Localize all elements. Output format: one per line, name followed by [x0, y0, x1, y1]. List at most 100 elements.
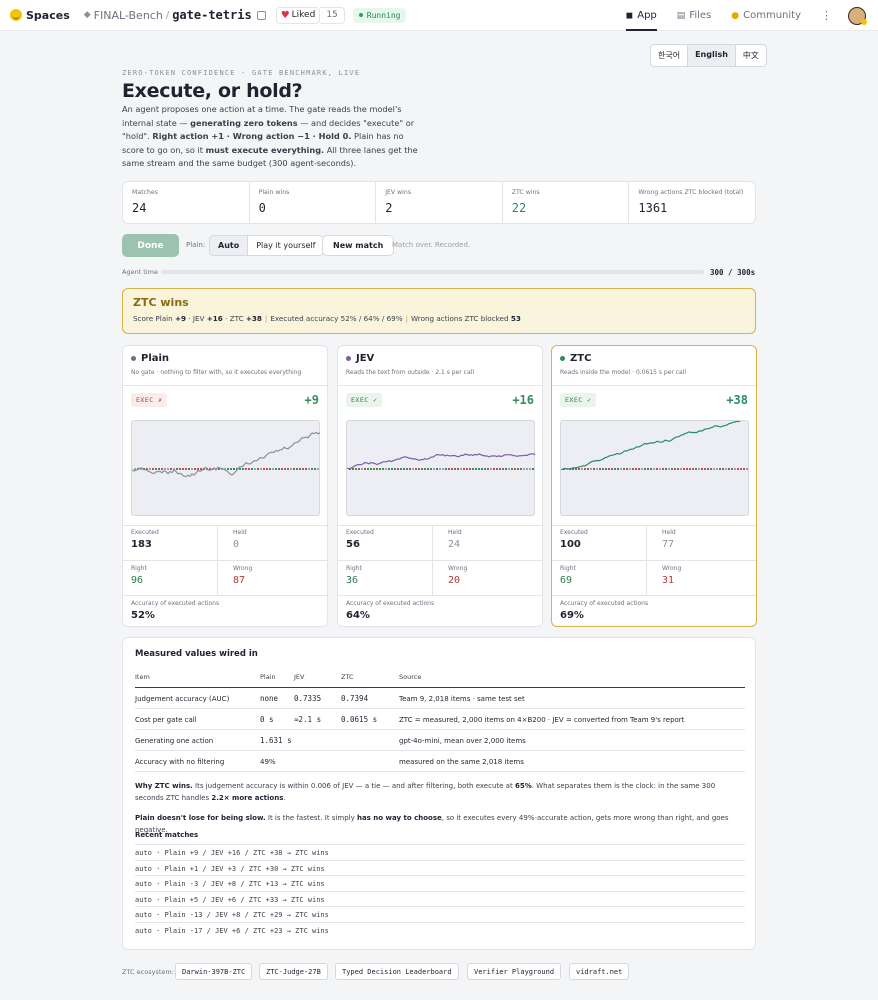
outcome-tick — [728, 468, 730, 470]
outcome-tick — [358, 468, 360, 470]
ecosystem-link[interactable]: ZTC-Judge-27B — [259, 963, 328, 980]
recent-match-row: auto · Plain -13 / JEV +8 / ZTC +29 → ZT… — [135, 906, 745, 922]
cell-value: 87 — [233, 575, 246, 586]
outcome-tick — [355, 468, 357, 470]
lane-dot-icon — [560, 356, 565, 361]
outcome-tick — [194, 468, 196, 470]
like-label: Liked — [291, 10, 316, 20]
outcome-tick — [683, 468, 685, 470]
avatar[interactable] — [848, 6, 867, 25]
tab-files[interactable]: ▤ Files — [677, 0, 711, 31]
like-button[interactable]: ♥ Liked — [275, 6, 321, 24]
lane-score-chart — [560, 417, 750, 516]
ecosystem-link[interactable]: Darwin-397B-ZTC — [175, 963, 253, 980]
cell-label: Right — [346, 565, 362, 572]
outcome-tick — [254, 468, 256, 470]
plain-mode-label: Plain: — [186, 241, 206, 249]
lang-english[interactable]: English — [688, 45, 736, 66]
like-count[interactable]: 15 — [320, 6, 345, 24]
hugging-face-logo-icon[interactable] — [10, 9, 22, 21]
outcome-tick — [284, 468, 286, 470]
outcome-tick — [460, 468, 462, 470]
lane-plain: Plain No gate · nothing to filter with, s… — [122, 345, 328, 627]
lane-jev: JEV Reads the text from outside · 2.1 s p… — [337, 345, 543, 627]
outcome-tick — [677, 468, 679, 470]
recent-match-row: auto · Plain -3 / JEV +8 / ZTC +13 → ZTC… — [135, 875, 745, 891]
cell-label: Executed — [346, 529, 374, 536]
outcome-tick — [409, 468, 411, 470]
lang-korean[interactable]: 한국어 — [651, 45, 689, 66]
outcome-tick — [424, 468, 426, 470]
mode-play-button[interactable]: Play it yourself — [248, 236, 323, 255]
stat-matches: Matches 24 — [123, 182, 250, 223]
ecosystem-link[interactable]: vidraft.net — [569, 963, 630, 980]
outcome-tick — [526, 468, 528, 470]
agent-time-label: Agent time — [122, 268, 158, 276]
outcome-tick — [641, 468, 643, 470]
stat-value: 1361 — [638, 201, 668, 215]
tab-community[interactable]: ● Community — [731, 0, 801, 31]
plain-bold: has no way to choose — [356, 814, 442, 822]
cell-item: Judgement accuracy (AUC) — [135, 695, 230, 703]
cell-plain: 0 s — [260, 715, 274, 724]
score-label: Score Plain — [133, 314, 173, 323]
score-label: · JEV — [188, 314, 205, 323]
lang-chinese[interactable]: 中文 — [736, 45, 766, 66]
outcome-tick — [445, 468, 447, 470]
table-header: Item Plain JEV ZTC Source — [135, 670, 745, 688]
outcome-tick — [296, 468, 298, 470]
outcome-tick — [608, 468, 610, 470]
outcome-tick — [397, 468, 399, 470]
col-source: Source — [399, 673, 422, 681]
cell-held: Held 77 — [654, 525, 684, 554]
outcome-tick — [379, 468, 381, 470]
cell-value: 64% — [346, 610, 370, 621]
spaces-link[interactable]: Spaces — [26, 9, 70, 22]
done-button[interactable]: Done — [122, 234, 179, 257]
org-link[interactable]: FINAL-Bench — [94, 9, 163, 22]
outcome-tick — [448, 468, 450, 470]
repo-name[interactable]: gate-tetris — [172, 8, 251, 22]
cell-value: 183 — [131, 539, 152, 550]
status-dot-icon — [358, 13, 363, 17]
cell-value: 96 — [131, 575, 144, 586]
plain-explanation: Plain doesn't lose for being slow. It is… — [135, 812, 745, 836]
cell-executed: Executed 100 — [552, 525, 647, 560]
lane-score: +9 — [304, 393, 319, 407]
outcome-tick — [361, 468, 363, 470]
outcome-tick — [481, 468, 483, 470]
outcome-tick — [388, 468, 390, 470]
outcome-tick — [581, 468, 583, 470]
cell-label: Accuracy of executed actions — [131, 600, 220, 607]
copy-icon[interactable] — [256, 10, 266, 20]
outcome-tick — [514, 468, 516, 470]
cell-label: Right — [560, 565, 576, 572]
outcome-tick — [161, 468, 163, 470]
lane-description: Reads the text from outside · 2.1 s per … — [346, 369, 474, 376]
outcome-tick — [499, 468, 501, 470]
score-label: · ZTC — [225, 314, 244, 323]
agent-time-value: 300 / 300s — [710, 268, 756, 277]
outcome-tick — [266, 468, 268, 470]
more-options-icon[interactable]: ⋮ — [821, 9, 832, 22]
ecosystem-link[interactable]: Typed Decision Leaderboard — [335, 963, 459, 980]
ecosystem-link[interactable]: Verifier Playground — [467, 963, 562, 980]
outcome-tick — [451, 468, 453, 470]
cell-value: 69 — [560, 575, 573, 586]
stat-ztc-wins: ZTC wins 22 — [503, 182, 630, 223]
cell-value: 52% — [131, 610, 155, 621]
mode-auto-button[interactable]: Auto — [210, 236, 249, 255]
lane-title: JEV — [356, 353, 375, 364]
new-match-button[interactable]: New match — [322, 235, 395, 256]
status-badge: Running — [352, 7, 407, 23]
cell-value: 20 — [448, 575, 461, 586]
tab-app-label: App — [637, 10, 657, 21]
lane-score: +16 — [512, 393, 534, 407]
outcome-tick — [620, 468, 622, 470]
plain-text: It is the fastest. It simply — [265, 814, 357, 822]
winner-banner: ZTC wins Score Plain +9 · JEV +16 · ZTC … — [122, 288, 756, 334]
outcome-tick — [632, 468, 634, 470]
outcome-tick — [152, 468, 154, 470]
tab-app[interactable]: ◼ App — [625, 0, 657, 31]
outcome-tick — [713, 468, 715, 470]
